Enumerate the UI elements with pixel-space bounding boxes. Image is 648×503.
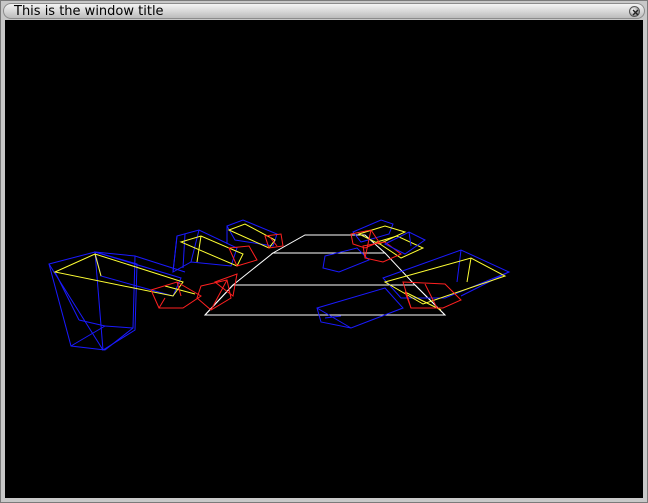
close-button[interactable] — [629, 6, 640, 17]
left-middle-limb-yellow-wireframe — [179, 235, 244, 267]
left-limb-red-wireframe — [150, 281, 202, 309]
left-limb-wireframe — [48, 251, 186, 351]
wireframe-scene — [48, 219, 511, 351]
close-icon — [632, 9, 639, 16]
3d-viewport[interactable] — [5, 20, 643, 498]
right-big-limb-wireframe — [316, 249, 511, 329]
left-middle-limb-red-wireframe — [196, 245, 258, 311]
application-window: This is the window title — [0, 0, 648, 503]
title-bar[interactable]: This is the window title — [3, 3, 645, 19]
right-middle-limb-wireframe — [383, 231, 426, 255]
window-title: This is the window title — [14, 4, 164, 19]
